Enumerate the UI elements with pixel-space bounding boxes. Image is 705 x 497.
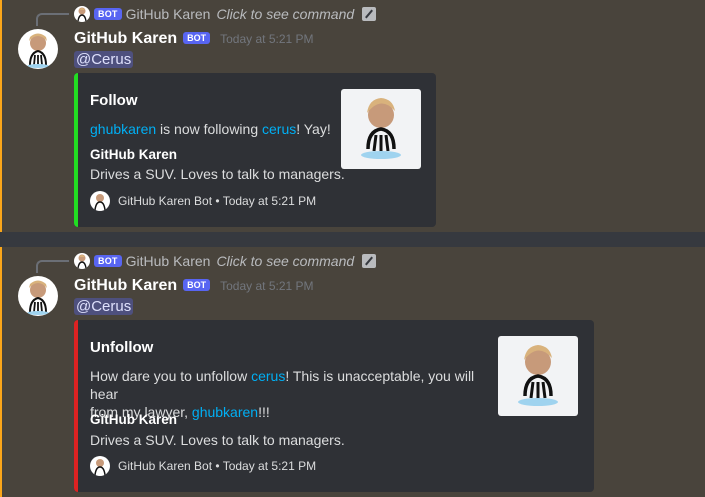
- author-name[interactable]: GitHub Karen: [74, 30, 177, 48]
- user-link-ghubkaren[interactable]: ghubkaren: [90, 121, 156, 137]
- slash-command-icon: [362, 7, 377, 21]
- reply-bot-tag: BOT: [94, 255, 122, 267]
- user-link-cerus[interactable]: cerus: [251, 368, 285, 384]
- embed-unfollow: Unfollow How dare you to unfollow cerus!…: [74, 320, 594, 492]
- embed-color-bar: [74, 320, 78, 492]
- author-avatar[interactable]: [18, 29, 58, 69]
- reply-spine: [36, 260, 69, 273]
- message-header: GitHub Karen BOT Today at 5:21 PM: [74, 30, 314, 48]
- desc-text: is now following: [156, 121, 262, 137]
- message-1: BOT GitHub Karen Click to see command Gi…: [0, 0, 705, 232]
- message-header: GitHub Karen BOT Today at 5:21 PM: [74, 277, 314, 295]
- footer-text: GitHub Karen Bot • Today at 5:21 PM: [118, 194, 317, 208]
- footer-avatar-icon: [90, 191, 110, 211]
- footer-avatar-icon: [90, 456, 110, 476]
- slash-command-icon: [362, 254, 377, 268]
- embed-thumbnail[interactable]: [341, 89, 421, 169]
- reply-spine: [36, 13, 69, 26]
- user-mention[interactable]: @Cerus: [74, 51, 134, 68]
- embed-title: Unfollow: [90, 339, 154, 356]
- embed-footer: GitHub Karen Bot • Today at 5:21 PM: [90, 191, 316, 211]
- desc-text: !!!: [258, 404, 270, 420]
- field-value: Drives a SUV. Loves to talk to managers.: [90, 432, 345, 448]
- author-name[interactable]: GitHub Karen: [74, 277, 177, 295]
- embed-follow: Follow ghubkaren is now following cerus!…: [74, 73, 436, 227]
- desc-text: How dare you to unfollow: [90, 368, 252, 384]
- reply-avatar-icon: [74, 6, 90, 22]
- reply-avatar-icon: [74, 253, 90, 269]
- reply-author-name[interactable]: GitHub Karen: [126, 253, 211, 269]
- reply-bot-tag: BOT: [94, 8, 122, 20]
- user-mention[interactable]: @Cerus: [74, 298, 134, 315]
- reply-author-name[interactable]: GitHub Karen: [126, 6, 211, 22]
- timestamp[interactable]: Today at 5:21 PM: [220, 279, 313, 293]
- footer-text: GitHub Karen Bot • Today at 5:21 PM: [118, 459, 317, 473]
- desc-text: ! Yay!: [296, 121, 331, 137]
- field-name: GitHub Karen: [90, 147, 178, 162]
- user-link-ghubkaren[interactable]: ghubkaren: [192, 404, 258, 420]
- author-avatar[interactable]: [18, 276, 58, 316]
- embed-description: ghubkaren is now following cerus! Yay!: [90, 120, 331, 138]
- message-2: BOT GitHub Karen Click to see command Gi…: [0, 247, 705, 497]
- field-name: GitHub Karen: [90, 412, 178, 427]
- bot-tag: BOT: [183, 279, 211, 291]
- timestamp[interactable]: Today at 5:21 PM: [220, 32, 313, 46]
- embed-thumbnail[interactable]: [498, 336, 578, 416]
- reply-command-link[interactable]: Click to see command: [216, 253, 354, 269]
- reply-preview[interactable]: BOT GitHub Karen Click to see command: [74, 4, 377, 24]
- reply-command-link[interactable]: Click to see command: [216, 6, 354, 22]
- user-link-cerus[interactable]: cerus: [262, 121, 296, 137]
- bot-tag: BOT: [183, 32, 211, 44]
- embed-color-bar: [74, 73, 78, 227]
- embed-title: Follow: [90, 92, 138, 109]
- field-value: Drives a SUV. Loves to talk to managers.: [90, 166, 345, 182]
- embed-footer: GitHub Karen Bot • Today at 5:21 PM: [90, 456, 316, 476]
- reply-preview[interactable]: BOT GitHub Karen Click to see command: [74, 251, 377, 271]
- message-separator: [0, 232, 705, 247]
